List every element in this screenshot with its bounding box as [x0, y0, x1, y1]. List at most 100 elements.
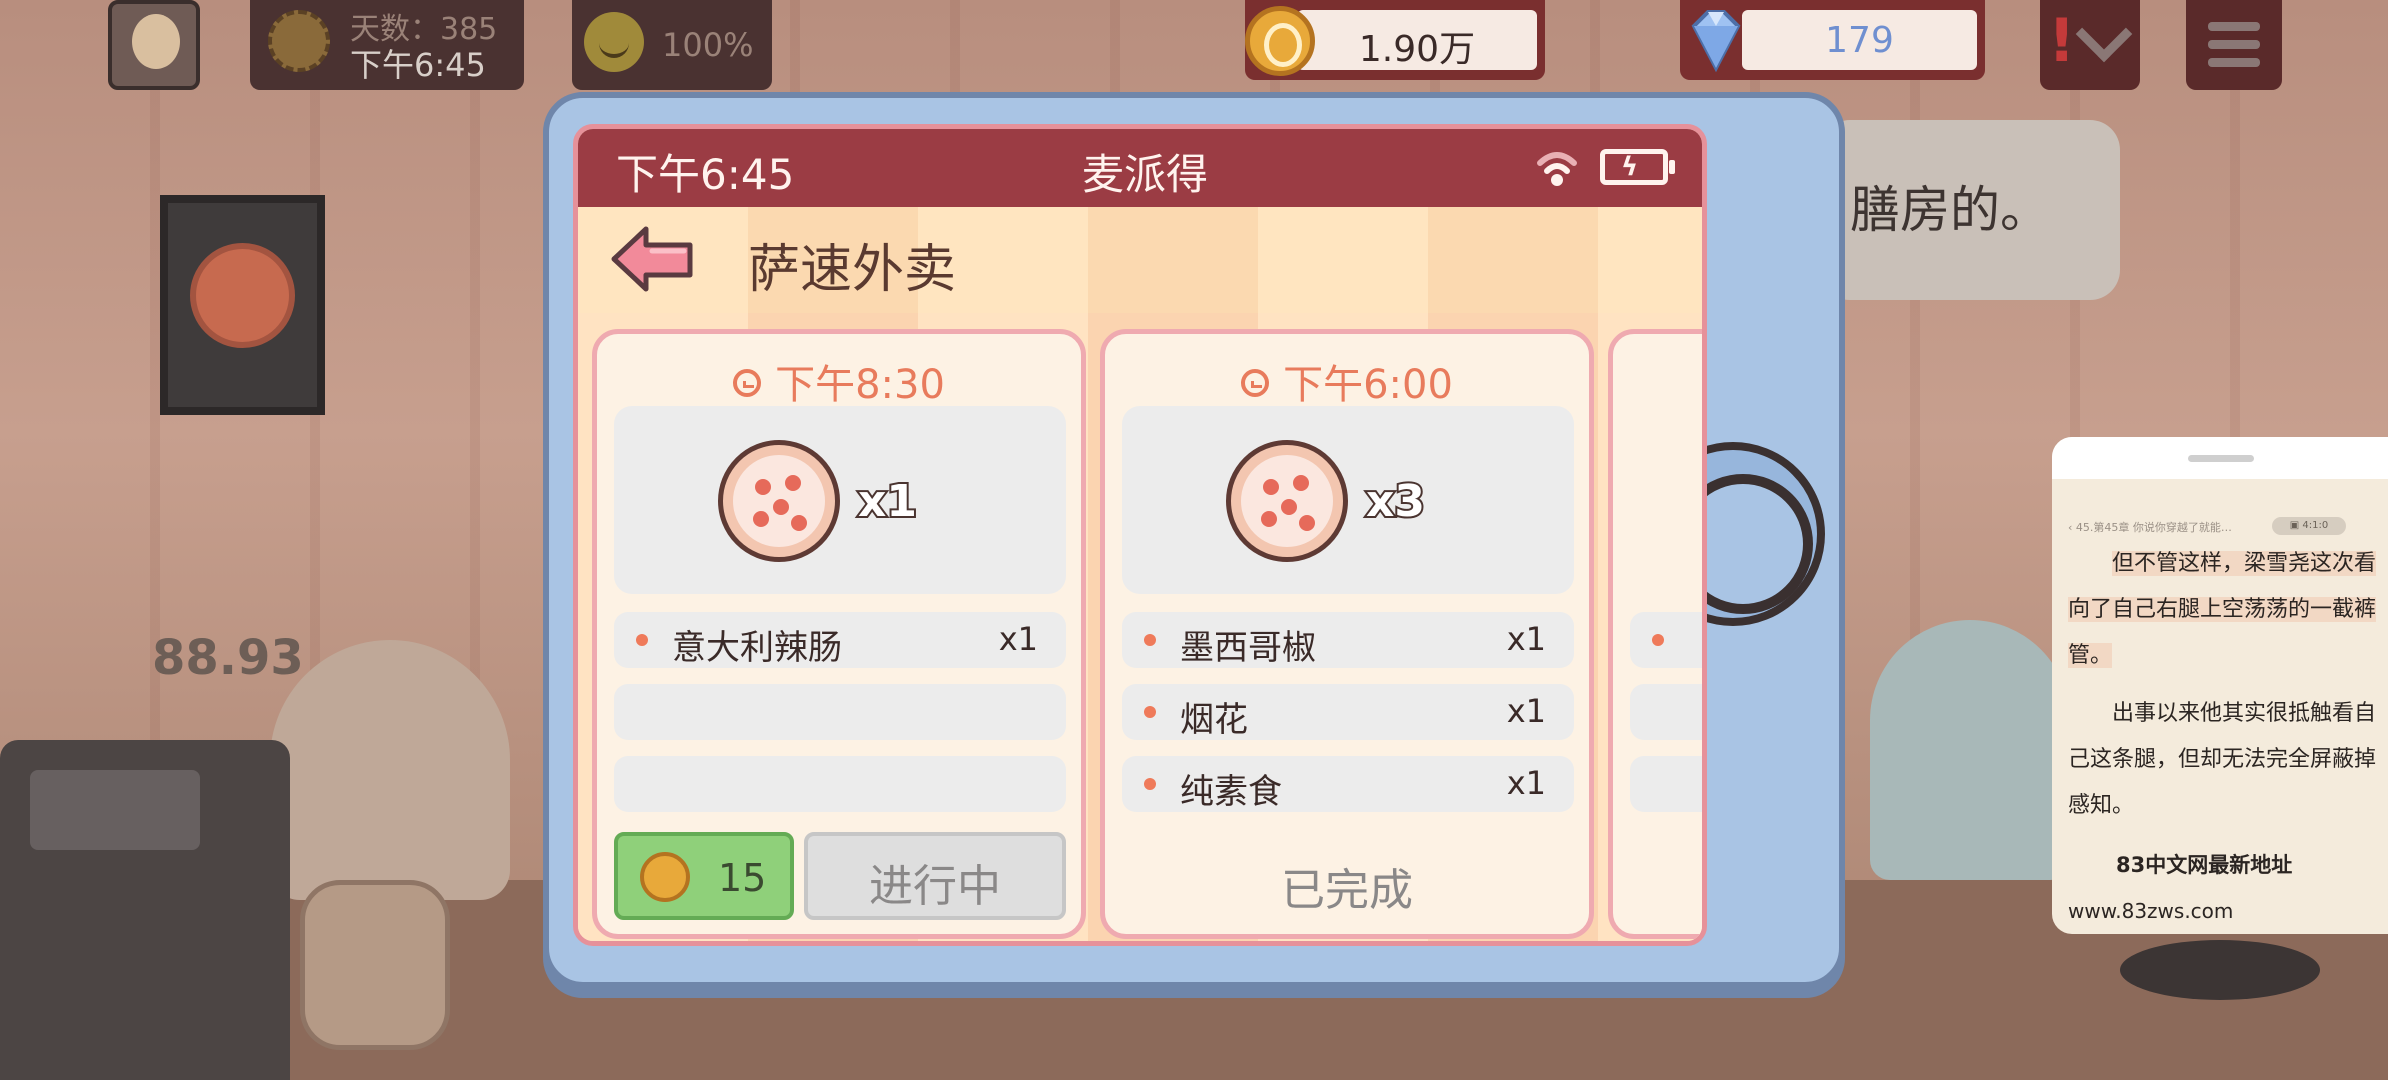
menu-icon — [2208, 22, 2260, 31]
reward-value: 15 — [718, 856, 767, 900]
floating-number: 88.93 — [152, 630, 304, 686]
item-name: 纯素食 — [1180, 772, 1282, 812]
clock-icon — [1241, 369, 1270, 397]
alert-icon: ! — [2048, 6, 2076, 76]
in-progress-button[interactable]: 进行中 — [804, 832, 1066, 920]
reader-chip: ▣ 4:1:0 — [2272, 517, 2346, 535]
phone-status-bar: 下午6:45 麦派得 ϟ — [578, 129, 1702, 207]
expand-hud-button[interactable]: ! — [2040, 0, 2140, 90]
pizza-inner — [733, 455, 825, 547]
phone-screen: 下午6:45 麦派得 ϟ 萨速外卖 下午8:30 x1 意大利辣肠 x1 15 … — [573, 124, 1707, 946]
reader-drag-bar[interactable] — [2052, 437, 2388, 479]
back-arrow-icon[interactable] — [608, 223, 698, 295]
clock-icon — [733, 369, 762, 397]
stool — [2120, 940, 2320, 1000]
avatar[interactable] — [108, 0, 200, 90]
gems-value: 179 — [1825, 20, 1894, 61]
pizza-quantity: x1 — [856, 474, 919, 529]
pepperoni — [1299, 515, 1315, 531]
bullet-icon — [1144, 778, 1156, 790]
bullet-icon — [636, 634, 648, 646]
highlighted-text: 但不管这样，梁雪尧这次看向了自己右腿上空荡荡的一截裤管。 — [2068, 551, 2377, 668]
gem-icon — [1691, 10, 1741, 73]
list-item: 意大利辣肠 x1 — [614, 612, 1066, 668]
item-quantity: x1 — [1506, 764, 1546, 802]
pepperoni — [755, 479, 771, 495]
order-card-partial[interactable] — [1608, 329, 1702, 939]
item-quantity: x1 — [1506, 692, 1546, 730]
pepperoni — [1263, 479, 1279, 495]
list-item — [1630, 612, 1702, 668]
shell-decoration — [270, 640, 510, 900]
mood-icon — [584, 12, 644, 72]
item-quantity: x1 — [1506, 620, 1546, 658]
order-time-row: 下午8:30 — [597, 352, 1081, 410]
list-item-empty — [614, 684, 1066, 740]
coins-panel[interactable]: 1.90万 — [1245, 0, 1545, 80]
item-quantity: x1 — [998, 620, 1038, 658]
menu-button[interactable] — [2186, 0, 2282, 90]
pepperoni — [1281, 499, 1297, 515]
list-item: 墨西哥椒 x1 — [1122, 612, 1574, 668]
item-name: 烟花 — [1180, 700, 1248, 740]
avatar-face — [132, 14, 180, 69]
pizza-box: x3 — [1122, 406, 1574, 594]
pepperoni — [785, 475, 801, 491]
order-time: 下午6:00 — [1283, 362, 1453, 408]
game-time: 下午6:45 — [350, 46, 486, 84]
pizza-mascot-icon — [190, 243, 295, 348]
gems-panel[interactable]: 179 — [1680, 0, 1985, 80]
chapter-path[interactable]: ‹ 45.第45章 你说你穿越了就能… — [2068, 519, 2232, 535]
completed-status: 已完成 — [1281, 865, 1413, 916]
pizza-poster — [160, 195, 325, 415]
battery-icon: ϟ — [1600, 149, 1675, 185]
order-time: 下午8:30 — [775, 362, 945, 408]
speech-bubble: 膳房的。 — [1820, 120, 2120, 300]
reward-button[interactable]: 15 — [614, 832, 794, 920]
pizza-icon — [718, 440, 840, 562]
day-time-panel: 天数：385 下午6:45 — [250, 0, 524, 90]
order-card[interactable]: 下午6:00 x3 墨西哥椒 x1 烟花 x1 纯素食 x1 已完成 — [1100, 329, 1594, 939]
list-item-empty — [614, 756, 1066, 812]
item-name: 意大利辣肠 — [672, 628, 842, 668]
coins-box: 1.90万 — [1297, 10, 1537, 70]
chevron-down-icon — [2075, 5, 2133, 63]
reader-paragraph: 出事以来他其实很抵触看自己这条腿，但却无法完全屏蔽掉感知。 — [2068, 701, 2377, 818]
reader-paragraph: 但不管这样，梁雪尧这次看向了自己右腿上空荡荡的一截裤管。 — [2068, 541, 2378, 679]
pepperoni — [1261, 511, 1277, 527]
mood-panel: 100% — [572, 0, 772, 90]
wifi-icon — [1537, 152, 1577, 186]
list-item-empty — [1630, 756, 1702, 812]
bullet-icon — [1144, 634, 1156, 646]
pepperoni — [791, 515, 807, 531]
order-card[interactable]: 下午8:30 x1 意大利辣肠 x1 15 进行中 — [592, 329, 1086, 939]
pizza-box: x1 — [614, 406, 1066, 594]
charging-bolt-icon: ϟ — [1621, 152, 1639, 182]
bullet-icon — [1144, 706, 1156, 718]
site-url[interactable]: www.83zws.com — [2068, 899, 2233, 923]
site-name[interactable]: 83中文网最新地址 — [2116, 849, 2292, 879]
pepperoni — [1293, 475, 1309, 491]
speech-text: 膳房的。 — [1850, 181, 2050, 239]
orders-list[interactable]: 下午8:30 x1 意大利辣肠 x1 15 进行中 下午6:00 x3 墨西哥椒… — [578, 313, 1702, 941]
floating-reader-window[interactable]: ‹ 45.第45章 你说你穿越了就能… ▣ 4:1:0 但不管这样，梁雪尧这次看… — [2052, 437, 2388, 934]
list-item-empty — [1630, 684, 1702, 740]
shell-decoration-right — [1870, 620, 2070, 880]
pepperoni — [753, 511, 769, 527]
pizza-quantity: x3 — [1364, 474, 1427, 529]
pizza-inner — [1241, 455, 1333, 547]
coin-icon — [1245, 6, 1315, 76]
menu-icon-bar — [2208, 40, 2260, 49]
order-time-row: 下午6:00 — [1105, 352, 1589, 410]
pepperoni — [773, 499, 789, 515]
gems-box: 179 — [1742, 10, 1977, 70]
coins-value: 1.90万 — [1358, 29, 1476, 70]
sun-icon — [268, 10, 330, 72]
app-title: 萨速外卖 — [748, 240, 957, 300]
cash-register — [0, 740, 290, 1080]
register-screen — [30, 770, 200, 850]
drag-handle[interactable] — [2188, 455, 2254, 462]
coin-jar — [300, 880, 450, 1050]
status-label: 进行中 — [869, 861, 1001, 912]
list-item: 烟花 x1 — [1122, 684, 1574, 740]
